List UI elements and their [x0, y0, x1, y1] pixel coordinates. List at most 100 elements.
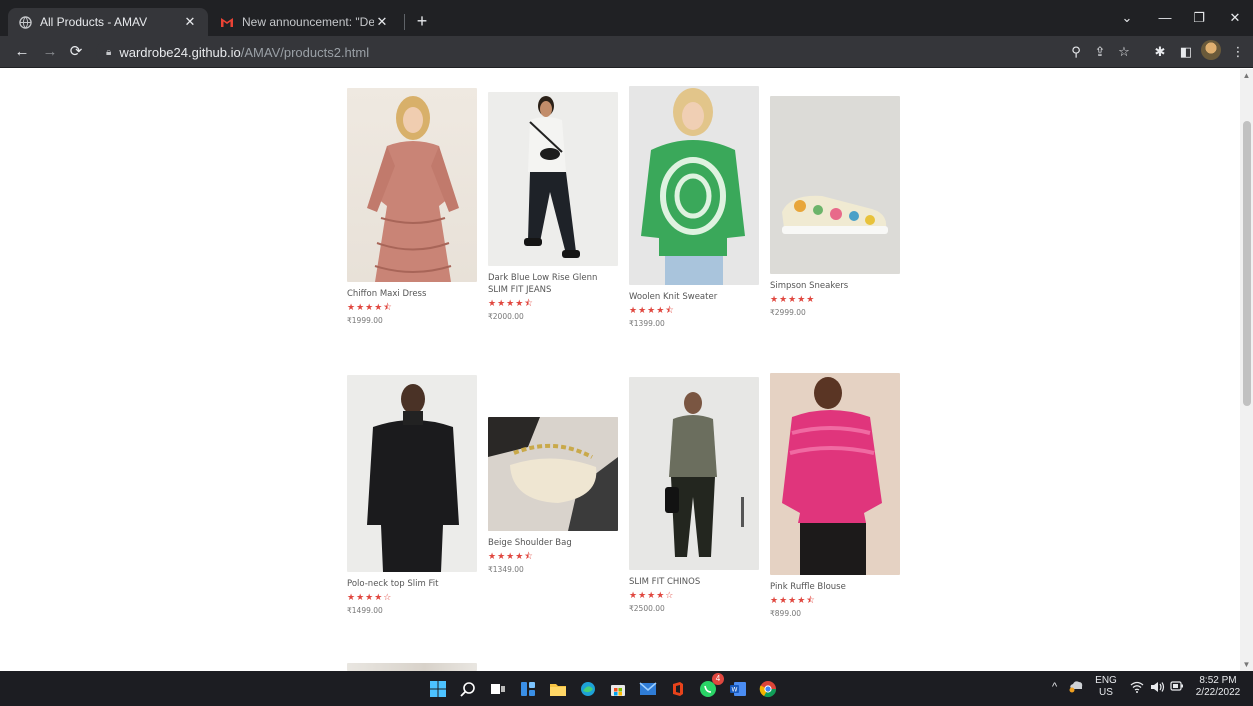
product-card[interactable]: Dark Blue Low Rise Glenn SLIM FIT JEANS …	[488, 92, 618, 321]
extensions-puzzle-icon[interactable]: ✱	[1150, 42, 1170, 62]
product-card[interactable]: Woolen Knit Sweater ★★★★⯪ ₹1399.00	[629, 86, 759, 328]
tab-all-products[interactable]: All Products - AMAV ✕	[8, 8, 208, 36]
product-name[interactable]: Pink Ruffle Blouse	[770, 581, 900, 593]
tab-close-icon[interactable]: ✕	[374, 14, 390, 30]
url-host: wardrobe24.github.io	[119, 44, 241, 60]
widgets-icon[interactable]	[516, 677, 540, 701]
page-scrollbar[interactable]: ▲ ▼	[1240, 69, 1253, 671]
product-image[interactable]	[629, 377, 759, 570]
close-window-button[interactable]: ✕	[1220, 8, 1250, 28]
product-card[interactable]: Beige Shoulder Bag ★★★★⯪ ₹1349.00	[488, 417, 618, 574]
globe-icon	[18, 15, 32, 29]
product-name[interactable]: Woolen Knit Sweater	[629, 291, 759, 303]
wifi-icon[interactable]	[1130, 681, 1144, 697]
mail-icon[interactable]	[636, 677, 660, 701]
product-image[interactable]	[770, 373, 900, 575]
star-rating: ★★★★⯪	[770, 595, 816, 605]
product-card[interactable]	[347, 663, 477, 671]
product-name[interactable]: Polo-neck top Slim Fit	[347, 578, 477, 590]
battery-icon[interactable]	[1170, 681, 1184, 695]
star-rating: ★★★★☆	[347, 592, 393, 602]
screen: All Products - AMAV ✕ New announcement: …	[0, 0, 1253, 706]
forward-arrow-icon[interactable]: →	[40, 42, 60, 62]
address-bar[interactable]: 🔒︎ wardrobe24.github.io /AMAV/products2.…	[96, 40, 1196, 64]
menu-kebab-icon[interactable]: ⋮	[1228, 42, 1248, 62]
edge-browser-icon[interactable]	[576, 677, 600, 701]
page-viewport: Chiffon Maxi Dress ★★★★⯪ ₹1999.00 Dark B…	[0, 69, 1240, 671]
tab-close-icon[interactable]: ✕	[182, 14, 198, 30]
restore-button[interactable]: ❐	[1184, 8, 1214, 28]
gmail-icon	[220, 15, 234, 29]
share-icon[interactable]: ⇪	[1090, 42, 1110, 62]
star-rating: ★★★★⯪	[347, 302, 393, 312]
product-card[interactable]: SLIM FIT CHINOS ★★★★☆ ₹2500.00	[629, 377, 759, 613]
show-hidden-icons-chevron-icon[interactable]: ^	[1052, 681, 1057, 693]
product-price: ₹1349.00	[488, 565, 524, 574]
scroll-up-arrow-icon[interactable]: ▲	[1240, 69, 1253, 82]
scrollbar-thumb[interactable]	[1243, 121, 1251, 406]
tab-title: All Products - AMAV	[40, 15, 148, 29]
minimize-button[interactable]: —	[1150, 8, 1180, 28]
lock-icon: 🔒︎	[106, 46, 112, 58]
search-icon[interactable]	[456, 677, 480, 701]
product-image[interactable]	[629, 86, 759, 285]
browser-tab-strip: All Products - AMAV ✕ New announcement: …	[0, 0, 1253, 36]
back-arrow-icon[interactable]: ←	[12, 42, 32, 62]
side-panel-icon[interactable]: ◧	[1176, 42, 1196, 62]
star-rating: ★★★★★	[770, 294, 816, 304]
product-name[interactable]: Simpson Sneakers	[770, 280, 900, 292]
language-indicator[interactable]: ENG US	[1092, 675, 1120, 699]
reload-icon[interactable]: ⟳	[66, 42, 86, 62]
tab-gmail-announcement[interactable]: New announcement: "Dear stude ✕	[210, 8, 400, 36]
product-name[interactable]: Dark Blue Low Rise Glenn SLIM FIT JEANS	[488, 272, 618, 296]
file-explorer-icon[interactable]	[546, 677, 570, 701]
product-price: ₹1999.00	[347, 316, 383, 325]
star-rating: ★★★★⯪	[629, 305, 675, 315]
product-image[interactable]	[488, 417, 618, 531]
star-rating: ★★★★⯪	[488, 551, 534, 561]
url-path: /AMAV/products2.html	[240, 44, 370, 60]
notification-badge: 4	[712, 673, 724, 685]
product-name[interactable]: SLIM FIT CHINOS	[629, 576, 759, 588]
product-image[interactable]	[347, 663, 477, 671]
profile-avatar[interactable]	[1201, 40, 1221, 60]
star-rating: ★★★★⯪	[488, 298, 534, 308]
product-image[interactable]	[488, 92, 618, 266]
clock-date: 2/22/2022	[1195, 687, 1241, 698]
product-image[interactable]	[347, 88, 477, 282]
product-price: ₹2999.00	[770, 308, 806, 317]
product-price: ₹2500.00	[629, 604, 665, 613]
windows-taskbar: 4 W ^ ENG US 8:52 PM 2/22/2022	[0, 671, 1253, 706]
whatsapp-icon[interactable]: 4	[696, 673, 724, 701]
product-image[interactable]	[770, 96, 900, 274]
bookmark-star-icon[interactable]: ☆	[1114, 42, 1134, 62]
task-view-icon[interactable]	[486, 677, 510, 701]
tab-separator	[404, 14, 405, 30]
scroll-down-arrow-icon[interactable]: ▼	[1240, 658, 1253, 671]
office-icon[interactable]	[666, 677, 690, 701]
tab-search-icon[interactable]: ⌄	[1112, 8, 1142, 28]
language-code: ENG	[1095, 675, 1117, 686]
zoom-icon[interactable]: ⚲	[1066, 42, 1086, 62]
product-name[interactable]: Beige Shoulder Bag	[488, 537, 618, 549]
store-icon[interactable]	[606, 677, 630, 701]
chrome-icon[interactable]	[756, 677, 780, 701]
product-name[interactable]: Chiffon Maxi Dress	[347, 288, 477, 300]
svg-text:W: W	[732, 687, 738, 694]
tab-title: New announcement: "Dear stude	[242, 15, 374, 29]
product-card[interactable]: Chiffon Maxi Dress ★★★★⯪ ₹1999.00	[347, 88, 477, 325]
product-price: ₹1399.00	[629, 319, 665, 328]
onedrive-sync-icon[interactable]	[1068, 679, 1084, 697]
word-icon[interactable]: W	[726, 677, 750, 701]
new-tab-button[interactable]: +	[410, 11, 434, 33]
star-rating: ★★★★☆	[629, 590, 675, 600]
clock[interactable]: 8:52 PM 2/22/2022	[1190, 675, 1246, 699]
volume-icon[interactable]	[1150, 681, 1166, 697]
product-image[interactable]	[347, 375, 477, 572]
product-card[interactable]: Pink Ruffle Blouse ★★★★⯪ ₹899.00	[770, 373, 900, 618]
clock-time: 8:52 PM	[1199, 675, 1237, 686]
windows-start-icon[interactable]	[426, 677, 450, 701]
product-card[interactable]: Simpson Sneakers ★★★★★ ₹2999.00	[770, 96, 900, 317]
product-price: ₹1499.00	[347, 606, 383, 615]
product-card[interactable]: Polo-neck top Slim Fit ★★★★☆ ₹1499.00	[347, 375, 477, 615]
